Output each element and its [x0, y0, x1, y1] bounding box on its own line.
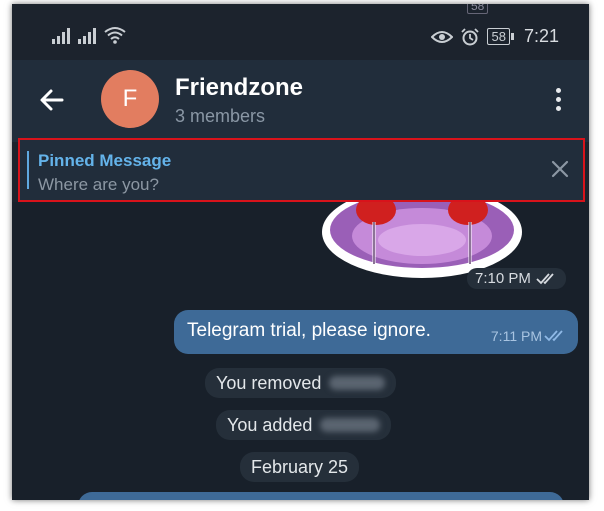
- signal-group: [52, 26, 126, 44]
- eye-icon: [431, 30, 454, 43]
- signal-icon: [52, 28, 70, 44]
- double-check-icon: [536, 272, 554, 284]
- clock: 7:21: [523, 26, 559, 46]
- outgoing-message-bubble[interactable]: Telegram trial, please ignore. 7:11 PM: [174, 310, 578, 354]
- message-list[interactable]: 7:10 PM Telegram trial, please ignore. 7…: [12, 202, 589, 500]
- chat-header: F Friendzone 3 members: [12, 60, 589, 142]
- wifi-icon: [104, 27, 126, 44]
- status-bar: 58 58 7:21: [12, 4, 589, 60]
- message-time: 7:11 PM: [490, 328, 542, 344]
- phone-screen: 58 58 7:21 F Friendzone 3 members Pinned…: [12, 4, 589, 500]
- more-vert-icon[interactable]: [556, 88, 561, 111]
- avatar[interactable]: F: [101, 70, 159, 128]
- blurred-name: [320, 418, 381, 432]
- date-separator: February 25: [240, 452, 360, 482]
- service-message-removed: You removed: [205, 368, 397, 398]
- double-check-icon: [544, 330, 563, 342]
- member-count: 3 members: [175, 106, 266, 126]
- next-message-bubble[interactable]: [78, 492, 564, 500]
- close-icon[interactable]: [549, 158, 571, 180]
- signal-icon: [78, 28, 96, 44]
- date-text: February 25: [251, 456, 349, 477]
- back-arrow-icon[interactable]: [38, 86, 66, 114]
- ghost-battery: 58: [467, 4, 489, 14]
- service-text: You removed: [216, 372, 322, 393]
- pinned-title: Pinned Message: [38, 151, 172, 170]
- alarm-icon: [461, 27, 480, 45]
- sticker-time: 7:10 PM: [475, 270, 531, 287]
- pinned-accent-line: [27, 151, 29, 189]
- battery-icon: 58: [487, 28, 515, 45]
- service-text: You added: [227, 414, 313, 435]
- blurred-name: [329, 376, 386, 390]
- status-right: 58 7:21: [431, 26, 559, 47]
- service-message-added: You added: [216, 410, 392, 440]
- pinned-text: Where are you?: [38, 175, 159, 194]
- message-text: Telegram trial, please ignore.: [187, 320, 431, 341]
- pinned-message-bar[interactable]: Pinned Message Where are you?: [18, 138, 585, 202]
- chat-title[interactable]: Friendzone: [175, 74, 303, 102]
- sticker-timestamp: 7:10 PM: [467, 268, 566, 289]
